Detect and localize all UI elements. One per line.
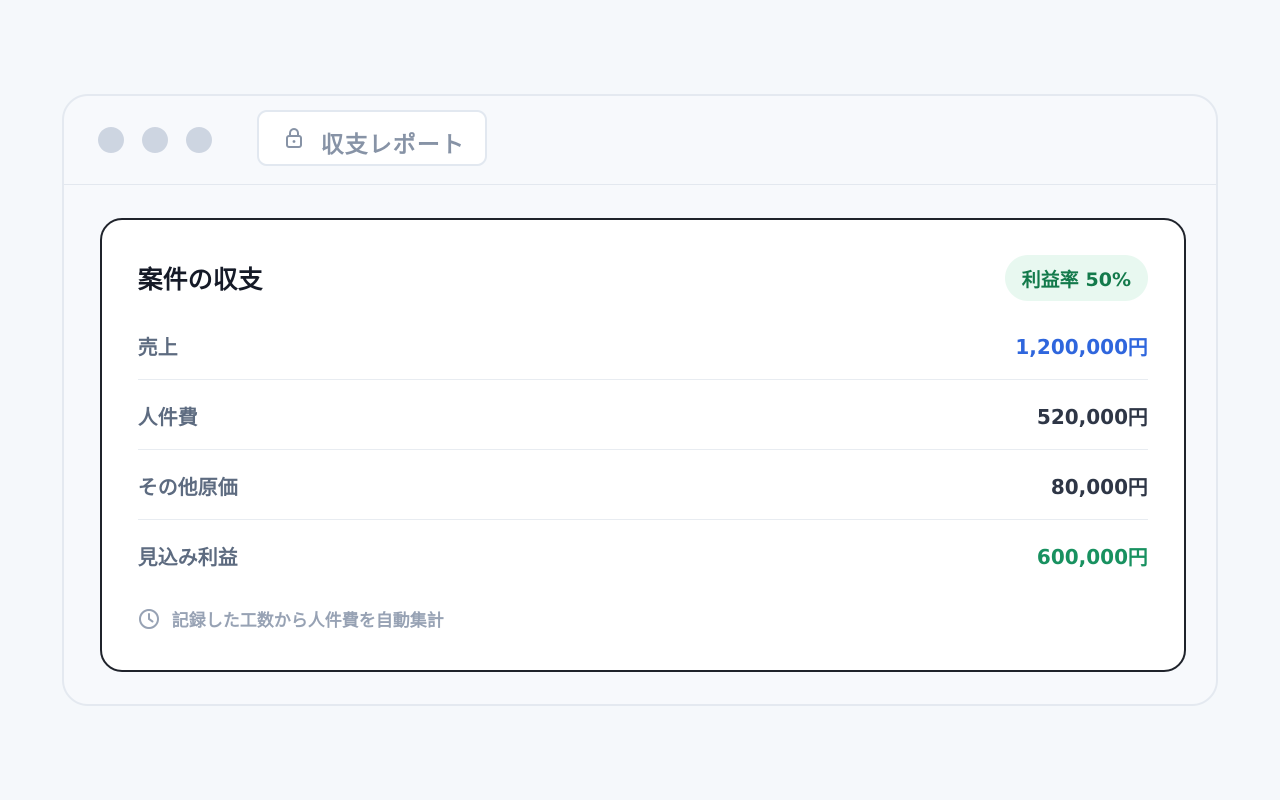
browser-window: 収支レポート 案件の収支 利益率 50% 売上 1,200,000円 人件費 5… (62, 94, 1218, 706)
row-value: 1,200,000円 (1015, 335, 1148, 359)
row-value: 600,000円 (1036, 545, 1148, 569)
row-label: 見込み利益 (138, 545, 238, 569)
window-maximize-dot[interactable] (186, 127, 212, 153)
auto-aggregate-note: 記録した工数から人件費を自動集計 (138, 606, 444, 631)
row-value: 80,000円 (1050, 475, 1148, 499)
profit-rate-badge: 利益率 50% (1004, 255, 1148, 301)
note-text: 記録した工数から人件費を自動集計 (172, 611, 444, 631)
window-titlebar: 収支レポート (64, 96, 1216, 185)
profit-card: 案件の収支 利益率 50% 売上 1,200,000円 人件費 520,000円… (100, 218, 1186, 672)
row-other-cost: その他原価 80,000円 (138, 450, 1148, 520)
clock-icon (139, 608, 159, 629)
row-expected-profit: 見込み利益 600,000円 (138, 520, 1148, 589)
window-close-dot[interactable] (98, 127, 124, 153)
card-title: 案件の収支 (138, 265, 264, 294)
tab-report[interactable]: 収支レポート (257, 110, 487, 166)
row-label: 売上 (138, 335, 178, 359)
row-sales: 売上 1,200,000円 (138, 310, 1148, 380)
row-label: その他原価 (138, 475, 238, 499)
tab-label: 収支レポート (321, 132, 465, 158)
lock-icon (286, 128, 302, 148)
row-labor-cost: 人件費 520,000円 (138, 380, 1148, 450)
row-value: 520,000円 (1036, 405, 1148, 429)
window-minimize-dot[interactable] (142, 127, 168, 153)
row-label: 人件費 (138, 405, 198, 429)
breakdown-list: 売上 1,200,000円 人件費 520,000円 その他原価 80,000円… (138, 310, 1148, 589)
